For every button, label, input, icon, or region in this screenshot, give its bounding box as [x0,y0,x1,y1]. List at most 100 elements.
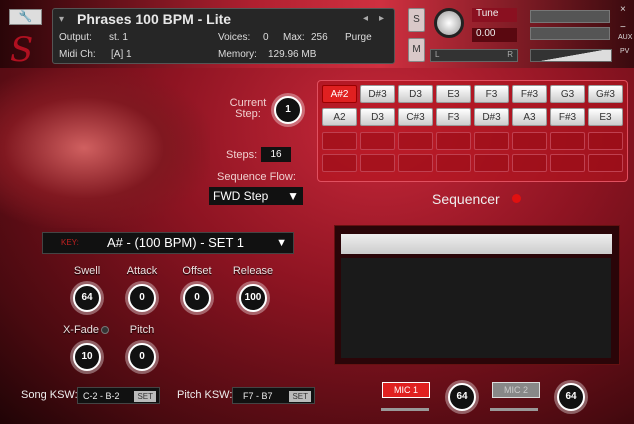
offset-knob[interactable]: 0 [183,284,211,312]
sequencer-step-note[interactable]: D3 [398,85,433,103]
pan-slider[interactable]: L R [430,49,518,62]
mic1-volume-knob[interactable]: 64 [448,383,476,411]
current-step-label: Current Step: [229,97,267,120]
volume-slider[interactable] [530,49,612,62]
pitch-ksw-label: Pitch KSW: [177,389,233,401]
sequencer-step-empty[interactable] [588,132,623,150]
close-button[interactable]: × [620,4,626,15]
xfade-label: X-Fade [62,324,100,336]
release-label: Release [232,265,274,277]
offset-label: Offset [182,265,212,277]
song-ksw-value: C-2 - B-2 [83,391,120,401]
sequencer-step-empty[interactable] [322,132,357,150]
sequencer-step-note[interactable]: F3 [436,108,471,126]
sequencer-step-note[interactable]: F#3 [550,108,585,126]
sequencer-grid: A#2 D#3 D3 E3 F3 F#3 G3 G#3 A2 D3 C#3 F3 D#3 A3 F#3 E3 [317,80,628,182]
minimize-button[interactable]: − [620,22,626,33]
level-meter-right [530,27,610,40]
current-step-knob[interactable]: 1 [274,96,302,124]
tune-value[interactable]: 0.00 [472,28,517,42]
info-display-body [341,258,611,358]
instrument-menu-arrow[interactable]: ▾ [59,14,64,25]
level-meter-left [530,10,610,23]
midi-channel-select[interactable]: [A] 1 [111,49,132,60]
memory-label: Memory: [218,49,257,60]
output-label: Output: [59,32,92,43]
sequencer-step-empty[interactable] [436,154,471,172]
song-ksw-label: Song KSW: [21,389,78,401]
logo-icon: S [10,30,34,70]
pitch-label: Pitch [129,324,155,336]
next-instrument-button[interactable]: ▸ [379,13,384,24]
sequencer-step-note[interactable]: D#3 [474,108,509,126]
mic1-toggle[interactable]: MIC 1 [382,382,430,398]
sequencer-step-empty[interactable] [474,132,509,150]
pitch-ksw-set-button[interactable]: SET [289,391,311,402]
mic2-pan-slider[interactable] [490,408,538,411]
sequencer-step-empty[interactable] [360,132,395,150]
sequencer-step-empty[interactable] [550,132,585,150]
sequencer-step-note[interactable]: F3 [474,85,509,103]
steps-value[interactable]: 16 [261,147,291,162]
sequencer-step-note[interactable]: D#3 [360,85,395,103]
pan-right-label: R [507,50,513,59]
song-ksw-set-button[interactable]: SET [134,391,156,402]
mute-button[interactable]: M [408,38,425,62]
key-value: A# - (100 BPM) - SET 1 [107,235,245,250]
sequencer-step-note[interactable]: C#3 [398,108,433,126]
max-label: Max: [283,32,305,43]
instrument-panel: ▾ Phrases 100 BPM - Lite ◂ ▸ Output: st.… [52,8,395,64]
pan-left-label: L [435,50,440,59]
pitch-knob[interactable]: 0 [128,343,156,371]
steps-label: Steps: [226,149,258,161]
sequencer-step-note[interactable]: G#3 [588,85,623,103]
sequencer-step-empty[interactable] [398,132,433,150]
mic2-volume-knob[interactable]: 64 [557,383,585,411]
sequencer-step-empty[interactable] [398,154,433,172]
solo-button[interactable]: S [408,8,425,32]
tune-knob[interactable] [434,8,464,38]
sequencer-led-toggle[interactable] [512,194,521,203]
sequencer-step-empty[interactable] [550,154,585,172]
sequencer-step-note[interactable]: E3 [436,85,471,103]
xfade-led-toggle[interactable] [101,326,109,334]
sequence-flow-label: Sequence Flow: [217,171,296,183]
sequencer-step-note[interactable]: E3 [588,108,623,126]
dropdown-arrow-icon: ▼ [287,189,299,203]
sequencer-step-empty[interactable] [436,132,471,150]
xfade-knob[interactable]: 10 [73,343,101,371]
key-select[interactable]: KEY: A# - (100 BPM) - SET 1 ▼ [42,232,294,254]
max-voices-value[interactable]: 256 [311,32,328,43]
pv-button[interactable]: PV [620,48,629,55]
swell-label: Swell [73,265,101,277]
prev-instrument-button[interactable]: ◂ [363,13,368,24]
sequencer-step-note[interactable]: F#3 [512,85,547,103]
sequencer-step-note[interactable]: A3 [512,108,547,126]
sequencer-step-note[interactable]: A2 [322,108,357,126]
song-ksw-field[interactable]: C-2 - B-2 SET [77,387,160,404]
sequencer-step-empty[interactable] [474,154,509,172]
tune-label: Tune [472,8,517,22]
sequencer-step-note[interactable]: G3 [550,85,585,103]
sequencer-step-empty[interactable] [360,154,395,172]
sequencer-step-empty[interactable] [322,154,357,172]
pitch-ksw-field[interactable]: F7 - B7 SET [232,387,315,404]
attack-label: Attack [126,265,158,277]
settings-wrench-button[interactable]: 🔧 [9,9,42,25]
aux-button[interactable]: AUX [618,34,632,41]
sequencer-title: Sequencer [432,191,500,207]
mic1-pan-slider[interactable] [381,408,429,411]
mic2-toggle[interactable]: MIC 2 [492,382,540,398]
sequencer-step-empty[interactable] [512,132,547,150]
sequence-flow-value: FWD Step [213,189,269,203]
attack-knob[interactable]: 0 [128,284,156,312]
sequencer-step-empty[interactable] [512,154,547,172]
release-knob[interactable]: 100 [239,284,267,312]
sequencer-step-empty[interactable] [588,154,623,172]
sequencer-step-note[interactable]: D3 [360,108,395,126]
output-select[interactable]: st. 1 [109,32,128,43]
sequence-flow-select[interactable]: FWD Step ▼ [209,187,303,205]
sequencer-step-note[interactable]: A#2 [322,85,357,103]
swell-knob[interactable]: 64 [73,284,101,312]
purge-menu[interactable]: Purge [345,32,372,43]
